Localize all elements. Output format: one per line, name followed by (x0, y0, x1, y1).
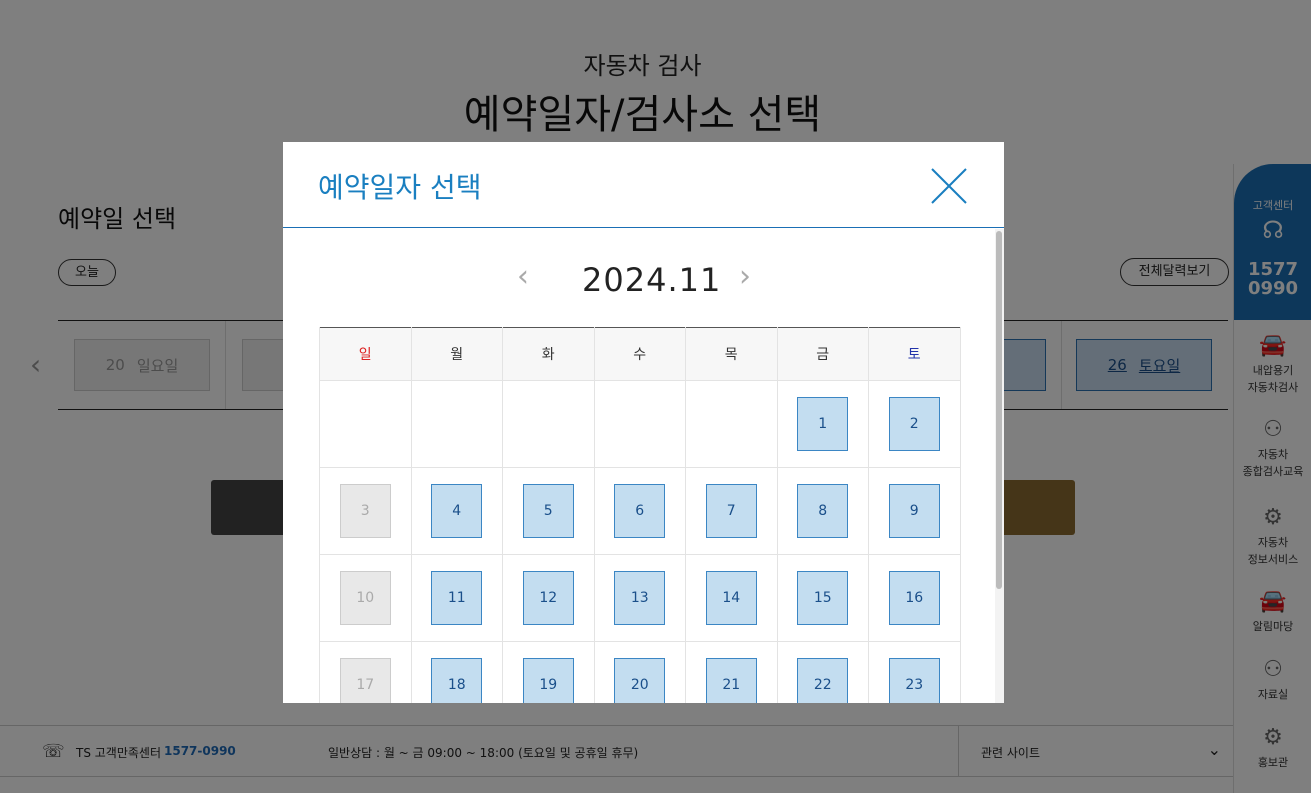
calendar-week-row: 10 11 12 13 14 15 16 (319, 554, 961, 642)
calendar-grid: 일 월 화 수 목 금 토 1 2 3 4 5 6 7 8 9 10 11 12 13 14 15 16 17 1… (319, 327, 961, 703)
calendar-day-button[interactable]: 14 (705, 571, 757, 625)
calendar-cell: 22 (776, 641, 869, 703)
calendar-day-button[interactable]: 21 (705, 658, 757, 703)
calendar-day-button[interactable]: 20 (614, 658, 666, 703)
calendar-day-unavailable: 17 (339, 658, 391, 703)
calendar-week-row: 17 18 19 20 21 22 23 (319, 641, 961, 703)
calendar-cell: 9 (868, 467, 961, 555)
calendar-cell: 8 (776, 467, 869, 555)
calendar-day-button[interactable]: 5 (522, 484, 574, 538)
calendar-day-button[interactable]: 8 (797, 484, 849, 538)
calendar-cell: 7 (685, 467, 778, 555)
modal-title: 예약일자 선택 (318, 171, 482, 204)
calendar-day-button[interactable]: 12 (522, 571, 574, 625)
calendar-day-button[interactable]: 11 (431, 571, 483, 625)
calendar-day-button[interactable]: 16 (888, 571, 940, 625)
calendar-day-unavailable: 10 (339, 571, 391, 625)
month-navigator: ‹ 2024.11 › (283, 259, 1004, 299)
calendar-cell: 16 (868, 554, 961, 642)
calendar-cell: 23 (868, 641, 961, 703)
calendar-day-button[interactable]: 6 (614, 484, 666, 538)
calendar-cell: 20 (593, 641, 686, 703)
calendar-cell (410, 380, 503, 468)
calendar-day-button[interactable]: 15 (797, 571, 849, 625)
calendar-cell: 21 (685, 641, 778, 703)
calendar-cell: 10 (319, 554, 412, 642)
calendar-cell: 13 (593, 554, 686, 642)
calendar-cell: 6 (593, 467, 686, 555)
calendar-body: 1 2 3 4 5 6 7 8 9 10 11 12 13 14 15 16 17 18 19 20 21 22 23 (319, 380, 961, 703)
calendar-cell: 18 (410, 641, 503, 703)
weekday-header-row: 일 월 화 수 목 금 토 (319, 327, 961, 381)
weekday-header: 일 (319, 327, 412, 381)
calendar-cell (685, 380, 778, 468)
calendar-cell: 14 (685, 554, 778, 642)
calendar-week-row: 3456789 (319, 467, 961, 555)
scrollbar-thumb[interactable] (996, 231, 1002, 589)
calendar-day-button[interactable]: 13 (614, 571, 666, 625)
calendar-week-row: 12 (319, 380, 961, 468)
calendar-cell (593, 380, 686, 468)
calendar-cell: 3 (319, 467, 412, 555)
calendar-cell: 17 (319, 641, 412, 703)
weekday-header: 목 (685, 327, 778, 381)
calendar-day-button[interactable]: 4 (431, 484, 483, 538)
close-icon[interactable] (929, 166, 969, 206)
calendar-cell: 4 (410, 467, 503, 555)
calendar-cell (502, 380, 595, 468)
calendar-day-unavailable: 3 (339, 484, 391, 538)
calendar-day-button[interactable]: 9 (888, 484, 940, 538)
calendar-day-button[interactable]: 19 (522, 658, 574, 703)
chevron-left-icon[interactable]: ‹ (517, 259, 529, 294)
calendar-day-button[interactable]: 7 (705, 484, 757, 538)
chevron-right-icon[interactable]: › (739, 259, 751, 294)
calendar-day-button[interactable]: 1 (797, 397, 849, 451)
calendar-day-button[interactable]: 18 (431, 658, 483, 703)
calendar-day-button[interactable]: 2 (888, 397, 940, 451)
calendar-cell: 1 (776, 380, 869, 468)
weekday-header: 수 (593, 327, 686, 381)
calendar-cell: 19 (502, 641, 595, 703)
weekday-header: 토 (868, 327, 961, 381)
calendar-cell: 2 (868, 380, 961, 468)
current-month: 2024.11 (582, 261, 722, 299)
calendar-cell: 12 (502, 554, 595, 642)
calendar-day-button[interactable]: 23 (888, 658, 940, 703)
calendar-cell (319, 380, 412, 468)
date-picker-modal: 예약일자 선택 ‹ 2024.11 › 일 월 화 수 목 금 토 1 2 3 … (283, 142, 1004, 703)
modal-body: ‹ 2024.11 › 일 월 화 수 목 금 토 1 2 3 4 5 6 7 8 9 10 11 1… (283, 229, 1004, 703)
modal-header: 예약일자 선택 (283, 142, 1004, 228)
weekday-header: 월 (410, 327, 503, 381)
modal-scrollbar[interactable] (995, 229, 1004, 703)
calendar-cell: 11 (410, 554, 503, 642)
calendar-cell: 5 (502, 467, 595, 555)
calendar-cell: 15 (776, 554, 869, 642)
calendar-day-button[interactable]: 22 (797, 658, 849, 703)
weekday-header: 금 (776, 327, 869, 381)
weekday-header: 화 (502, 327, 595, 381)
